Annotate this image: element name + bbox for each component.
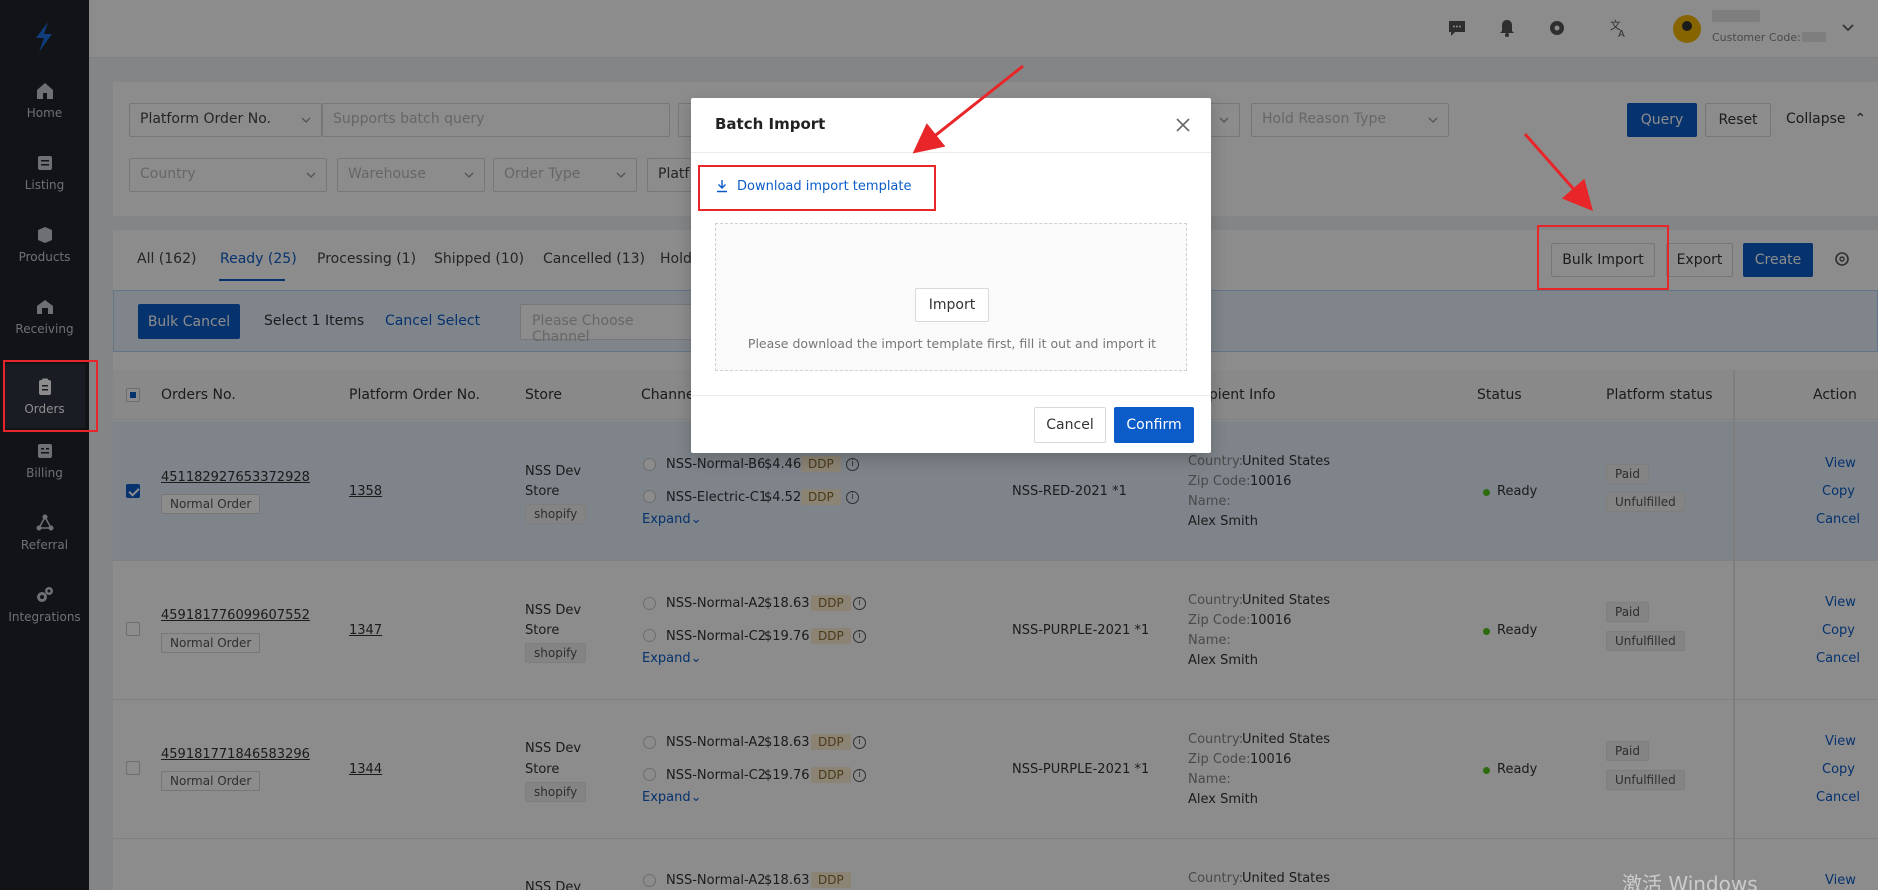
modal-title: Batch Import bbox=[715, 115, 826, 133]
import-hint: Please download the import template firs… bbox=[747, 336, 1157, 351]
import-dropzone[interactable]: Import Please download the import templa… bbox=[715, 223, 1187, 371]
highlight-box-bulk-import bbox=[1537, 225, 1669, 290]
cancel-button[interactable]: Cancel bbox=[1034, 407, 1106, 443]
close-icon[interactable] bbox=[1175, 117, 1191, 133]
modal-footer-divider bbox=[691, 395, 1211, 396]
highlight-box-orders bbox=[3, 360, 98, 432]
highlight-box-download bbox=[698, 165, 936, 211]
batch-import-modal: Batch Import Download import template Im… bbox=[691, 98, 1211, 453]
modal-divider bbox=[691, 152, 1211, 153]
confirm-button[interactable]: Confirm bbox=[1114, 407, 1194, 443]
import-button[interactable]: Import bbox=[915, 288, 989, 322]
windows-watermark: 激活 Windows bbox=[1622, 872, 1758, 890]
